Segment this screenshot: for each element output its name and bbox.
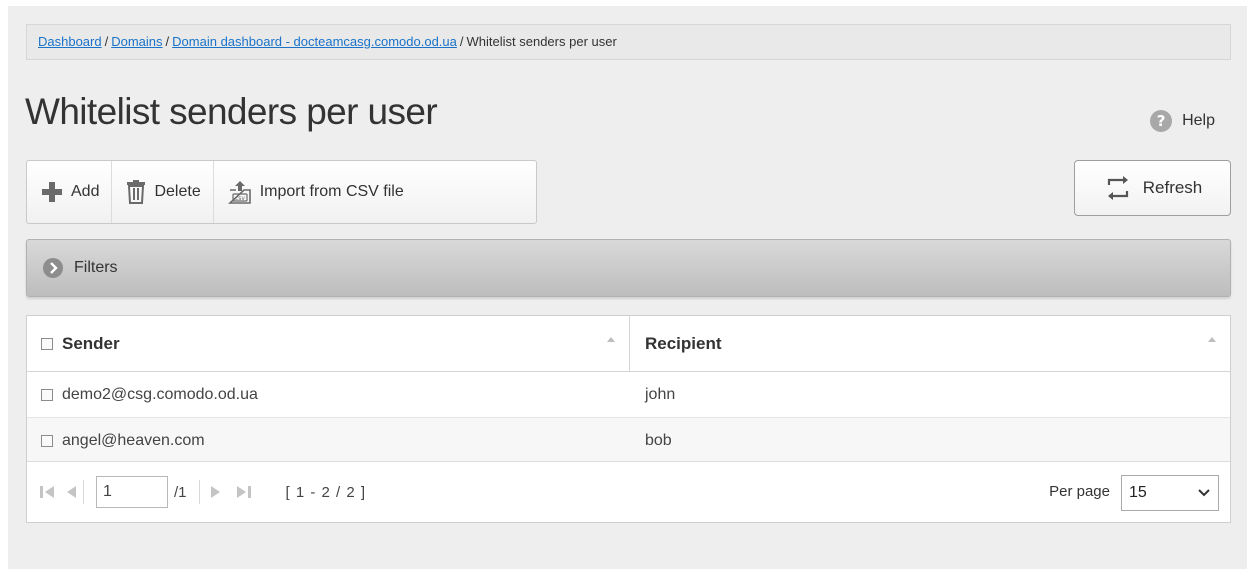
- per-page-label: Per page: [1049, 483, 1110, 500]
- add-button[interactable]: Add: [27, 161, 113, 223]
- recipient-column-label: Recipient: [645, 333, 722, 353]
- select-all-checkbox[interactable]: [41, 337, 53, 350]
- import-csv-label: Import from CSV file: [259, 183, 404, 200]
- breadcrumb: Dashboard / Domains / Domain dashboard - doc…: [26, 24, 1231, 60]
- breadcrumb-dashboard-link[interactable]: Dashboard: [38, 34, 102, 49]
- sort-up-icon: [607, 337, 615, 342]
- first-page-icon[interactable]: [39, 485, 57, 499]
- plus-icon: [41, 181, 63, 203]
- svg-text:csv: csv: [235, 195, 245, 202]
- pager-divider: [198, 480, 200, 504]
- breadcrumb-separator: /: [104, 34, 109, 49]
- next-page-icon[interactable]: [210, 485, 222, 499]
- total-pages: /1: [174, 483, 187, 501]
- last-page-icon[interactable]: [234, 485, 252, 499]
- trash-icon: [126, 180, 146, 204]
- breadcrumb-domain-dashboard-link[interactable]: Domain dashboard - docteamcasg.comodo.od…: [172, 34, 457, 49]
- recipient-value: john: [645, 385, 676, 403]
- whitelist-table: Sender Recipient demo2@csg.comodo.od.ua …: [26, 315, 1231, 523]
- table-row[interactable]: angel@heaven.com bob: [27, 417, 1230, 463]
- table-header: Sender Recipient: [27, 316, 1230, 372]
- action-toolbar: Add Delete csv Import from CSV file: [26, 160, 537, 224]
- sender-column-label: Sender: [62, 333, 120, 353]
- per-page-value: 15: [1129, 484, 1147, 501]
- delete-button[interactable]: Delete: [112, 161, 214, 223]
- refresh-label: Refresh: [1142, 178, 1203, 197]
- previous-page-icon[interactable]: [65, 485, 77, 499]
- breadcrumb-separator: /: [165, 34, 170, 49]
- help-link[interactable]: ? Help: [1150, 110, 1215, 132]
- breadcrumb-separator: /: [459, 34, 464, 49]
- sender-value: angel@heaven.com: [62, 431, 205, 449]
- recipient-cell: bob: [630, 418, 1230, 463]
- filters-toggle[interactable]: Filters: [26, 239, 1231, 297]
- chevron-down-icon: [1190, 476, 1218, 510]
- pager-divider: [83, 480, 84, 504]
- chevron-right-icon: [42, 257, 64, 279]
- delete-label: Delete: [154, 183, 201, 200]
- refresh-icon: [1103, 175, 1133, 201]
- sender-cell: angel@heaven.com: [27, 418, 630, 463]
- breadcrumb-domains-link[interactable]: Domains: [111, 34, 162, 49]
- sender-value: demo2@csg.comodo.od.ua: [62, 385, 258, 403]
- filters-label: Filters: [74, 259, 118, 276]
- sender-cell: demo2@csg.comodo.od.ua: [27, 372, 630, 417]
- row-checkbox[interactable]: [41, 388, 53, 401]
- sender-column-header[interactable]: Sender: [27, 316, 630, 371]
- refresh-button[interactable]: Refresh: [1074, 160, 1231, 216]
- breadcrumb-current: Whitelist senders per user: [466, 34, 617, 49]
- page-title: Whitelist senders per user: [25, 91, 438, 132]
- per-page-select[interactable]: 15: [1121, 475, 1219, 511]
- add-label: Add: [71, 183, 100, 200]
- help-icon: ?: [1150, 110, 1173, 132]
- recipient-column-header[interactable]: Recipient: [630, 316, 1230, 371]
- record-range: [ 1 - 2 / 2 ]: [285, 483, 367, 501]
- row-checkbox[interactable]: [41, 434, 53, 447]
- page-number-input[interactable]: 1: [96, 476, 168, 508]
- table-row[interactable]: demo2@csg.comodo.od.ua john: [27, 372, 1230, 417]
- import-csv-button[interactable]: csv Import from CSV file: [214, 161, 416, 223]
- recipient-cell: john: [630, 372, 1230, 417]
- pagination-bar: 1 /1 [ 1 - 2 / 2 ] Per page 15: [27, 461, 1230, 522]
- csv-upload-icon: csv: [227, 180, 252, 204]
- sort-up-icon: [1208, 337, 1216, 342]
- recipient-value: bob: [645, 431, 672, 449]
- help-label: Help: [1182, 112, 1215, 129]
- page: Dashboard / Domains / Domain dashboard - doc…: [8, 6, 1247, 569]
